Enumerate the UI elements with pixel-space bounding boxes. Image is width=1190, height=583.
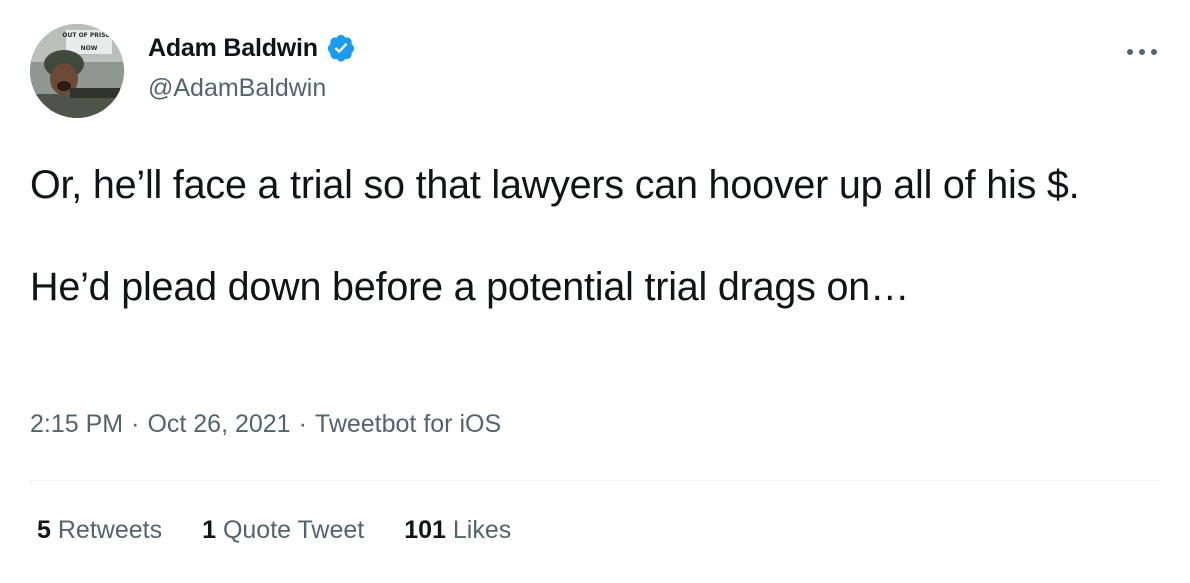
quote-tweets-label: Quote Tweet [222, 516, 365, 544]
retweets-label: Retweets [57, 516, 163, 544]
tweet-paragraph: Or, he’ll face a trial so that lawyers c… [30, 163, 1080, 207]
likes-label: Likes [452, 516, 512, 544]
retweets-count: 5 [37, 516, 51, 544]
divider [30, 480, 1160, 481]
more-options-button[interactable] [1122, 40, 1162, 64]
tweet-time[interactable]: 2:15 PM [30, 410, 123, 439]
author-handle[interactable]: @AdamBaldwin [148, 74, 326, 103]
tweet-text: Or, he’ll face a trial so that lawyers c… [30, 160, 1170, 313]
more-options-icon [1127, 49, 1157, 55]
tweet-metadata: 2:15 PM · Oct 26, 2021 · Tweetbot for iO… [30, 410, 501, 439]
tweet-source[interactable]: Tweetbot for iOS [315, 410, 501, 439]
tweet-paragraph: He’d plead down before a potential trial… [30, 265, 910, 309]
verified-badge-icon [326, 33, 356, 63]
quote-tweets-count: 1 [202, 516, 216, 544]
tweet-date[interactable]: Oct 26, 2021 [147, 410, 290, 439]
meta-separator: · [131, 410, 140, 438]
quote-tweets-stat[interactable]: 1 Quote Tweet [202, 516, 364, 545]
avatar-caption-line1: OUT OF PRISON [62, 32, 115, 39]
meta-separator: · [298, 410, 307, 438]
retweets-stat[interactable]: 5 Retweets [37, 516, 162, 545]
tweet-stats: 5 Retweets 1 Quote Tweet 101 Likes [37, 516, 511, 545]
avatar[interactable]: OUT OF PRISON NOW [30, 24, 124, 118]
author-display-name[interactable]: Adam Baldwin [148, 34, 318, 63]
author-name-row: Adam Baldwin [148, 33, 356, 63]
likes-count: 101 [404, 516, 446, 544]
avatar-caption-line2: NOW [81, 45, 98, 52]
avatar-image: OUT OF PRISON NOW [30, 24, 124, 118]
tweet-card: OUT OF PRISON NOW Adam Baldwin @AdamBald… [0, 0, 1190, 583]
likes-stat[interactable]: 101 Likes [404, 516, 511, 545]
